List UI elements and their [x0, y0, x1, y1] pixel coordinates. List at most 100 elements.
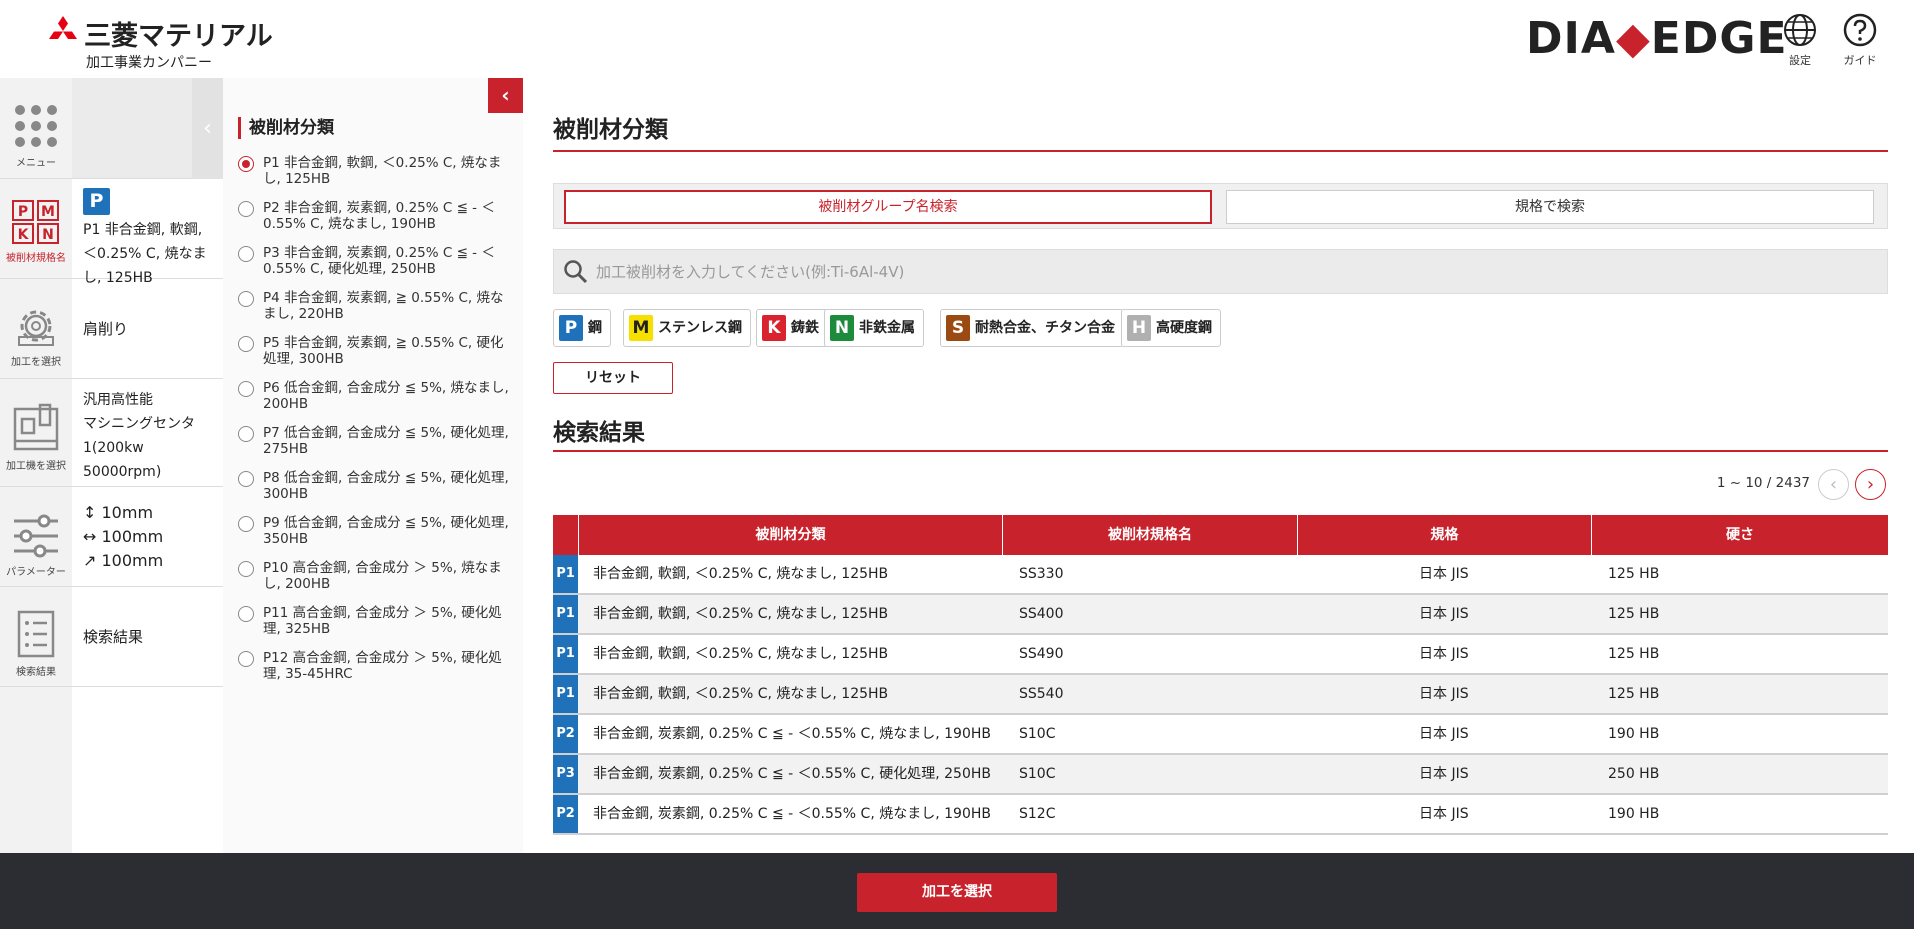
- classification-option-label: P3 非合金鋼, 炭素鋼, 0.25% C ≦ - ＜ 0.55% C, 硬化処…: [263, 245, 495, 277]
- header-standard[interactable]: 規格: [1298, 515, 1592, 555]
- material-pmkn-icon: PM KN: [12, 200, 59, 244]
- row-material-name: SS540: [1019, 686, 1064, 702]
- material-group-chip[interactable]: M ステンレス鋼: [623, 309, 751, 347]
- rail-material-label: 被削材規格名: [6, 253, 66, 264]
- classification-option[interactable]: P12 高合金鋼, 合金成分 ＞ 5%, 硬化処理, 35-45HRC: [238, 650, 510, 682]
- next-page-button[interactable]: ›: [1855, 469, 1886, 500]
- classification-option-label: P11 高合金鋼, 合金成分 ＞ 5%, 硬化処理, 325HB: [263, 605, 502, 637]
- title-divider: [553, 150, 1888, 152]
- row-hardness: 125 HB: [1608, 646, 1660, 662]
- page-title: 被削材分類: [553, 117, 668, 143]
- classification-option-label: P5 非合金鋼, 炭素鋼, ≧ 0.55% C, 硬化処理, 300HB: [263, 335, 504, 367]
- material-group-chip[interactable]: H 高硬度鋼: [1121, 309, 1221, 347]
- rail-results[interactable]: 検索結果: [0, 587, 72, 687]
- radio-button[interactable]: [238, 651, 254, 667]
- material-group-chip[interactable]: N 非鉄金属: [824, 309, 924, 347]
- radio-button[interactable]: [238, 561, 254, 577]
- classification-option[interactable]: P5 非合金鋼, 炭素鋼, ≧ 0.55% C, 硬化処理, 300HB: [238, 335, 510, 367]
- radio-button[interactable]: [238, 606, 254, 622]
- summary-results[interactable]: 検索結果: [72, 587, 223, 687]
- sliders-icon: [14, 514, 58, 558]
- summary-menu-area: ‹: [72, 78, 223, 179]
- classification-option-label: P7 低合金鋼, 合金成分 ≦ 5%, 硬化処理, 275HB: [263, 425, 509, 457]
- radio-button[interactable]: [238, 381, 254, 397]
- icon-rail: メニュー PM KN 被削材規格名 加工を選択 加工機を選択 パラメーター 検索…: [0, 78, 72, 853]
- row-code-badge: P1: [553, 675, 578, 713]
- material-group-badge: N: [830, 315, 854, 341]
- radio-button[interactable]: [238, 336, 254, 352]
- results-divider: [553, 450, 1888, 452]
- classification-option-label: P9 低合金鋼, 合金成分 ≦ 5%, 硬化処理, 350HB: [263, 515, 509, 547]
- tab-standard-search[interactable]: 規格で検索: [1226, 190, 1874, 224]
- table-row[interactable]: P1 非合金鋼, 軟鋼, ＜0.25% C, 焼なまし, 125HB SS490 日本…: [553, 635, 1888, 675]
- header-hardness[interactable]: 硬さ: [1592, 515, 1888, 555]
- summary-param-width: ↔ 100mm: [83, 527, 164, 546]
- classification-option-label: P8 低合金鋼, 合金成分 ≦ 5%, 硬化処理, 300HB: [263, 470, 509, 502]
- classification-option[interactable]: P6 低合金鋼, 合金成分 ≦ 5%, 焼なまし, 200HB: [238, 380, 510, 412]
- radio-button[interactable]: [238, 516, 254, 532]
- rail-machine[interactable]: 加工機を選択: [0, 379, 72, 487]
- globe-icon: [1784, 14, 1816, 46]
- material-search-input[interactable]: [596, 250, 1866, 293]
- row-code-badge: P1: [553, 595, 578, 633]
- summary-params[interactable]: ↕ 10mm ↔ 100mm ↗ 100mm: [72, 487, 223, 587]
- classification-option[interactable]: P10 高合金鋼, 合金成分 ＞ 5%, 焼なまし, 200HB: [238, 560, 510, 592]
- material-group-chip[interactable]: K 鋳鉄: [756, 309, 828, 347]
- classification-option-label: P10 高合金鋼, 合金成分 ＞ 5%, 焼なまし, 200HB: [263, 560, 502, 592]
- material-group-badge: S: [946, 315, 970, 341]
- row-standard: 日本 JIS: [1419, 806, 1469, 822]
- rail-params[interactable]: パラメーター: [0, 487, 72, 587]
- rail-process[interactable]: 加工を選択: [0, 279, 72, 379]
- row-hardness: 125 HB: [1608, 566, 1660, 582]
- close-panel-button[interactable]: ‹: [488, 78, 523, 113]
- row-classification: 非合金鋼, 軟鋼, ＜0.25% C, 焼なまし, 125HB: [593, 566, 889, 582]
- chevron-right-icon: ›: [1866, 474, 1875, 495]
- mitsubishi-logo-icon: [49, 16, 77, 39]
- radio-button[interactable]: [238, 471, 254, 487]
- classification-option[interactable]: P9 低合金鋼, 合金成分 ≦ 5%, 硬化処理, 350HB: [238, 515, 510, 547]
- settings-button[interactable]: 設定: [1772, 12, 1828, 68]
- classification-option[interactable]: P7 低合金鋼, 合金成分 ≦ 5%, 硬化処理, 275HB: [238, 425, 510, 457]
- classification-option[interactable]: P4 非合金鋼, 炭素鋼, ≧ 0.55% C, 焼なまし, 220HB: [238, 290, 510, 322]
- header-material-name[interactable]: 被削材規格名: [1003, 515, 1298, 555]
- summary-machine[interactable]: 汎用高性能 マシニングセンタ 1(200kw 50000rpm): [72, 379, 223, 487]
- reset-button[interactable]: リセット: [553, 362, 673, 394]
- app-header: 三菱マテリアル 加工事業カンパニー DIA◆EDGE 設定 ガイド: [0, 0, 1914, 78]
- radio-button[interactable]: [238, 156, 254, 172]
- classification-option[interactable]: P8 低合金鋼, 合金成分 ≦ 5%, 硬化処理, 300HB: [238, 470, 510, 502]
- classification-option[interactable]: P11 高合金鋼, 合金成分 ＞ 5%, 硬化処理, 325HB: [238, 605, 510, 637]
- summary-machine-line: 50000rpm): [83, 464, 162, 480]
- radio-button[interactable]: [238, 246, 254, 262]
- tab-group-search[interactable]: 被削材グループ名検索: [564, 190, 1212, 224]
- collapse-sidebar-button[interactable]: ‹: [192, 78, 223, 179]
- prev-page-button[interactable]: ‹: [1818, 469, 1849, 500]
- results-list-icon: [17, 610, 55, 658]
- classification-option[interactable]: P2 非合金鋼, 炭素鋼, 0.25% C ≦ - ＜ 0.55% C, 焼なま…: [238, 200, 510, 232]
- radio-button[interactable]: [238, 426, 254, 442]
- panel-title: 被削材分類: [238, 117, 334, 139]
- table-row[interactable]: P2 非合金鋼, 炭素鋼, 0.25% C ≦ - ＜0.55% C, 焼なまし,…: [553, 795, 1888, 835]
- summary-process[interactable]: 肩削り: [72, 279, 223, 379]
- row-material-name: S12C: [1019, 806, 1056, 822]
- rail-menu[interactable]: メニュー: [0, 78, 72, 179]
- row-hardness: 125 HB: [1608, 686, 1660, 702]
- material-group-chip[interactable]: S 耐熱合金、チタン合金: [940, 309, 1124, 347]
- radio-button[interactable]: [238, 291, 254, 307]
- rail-material[interactable]: PM KN 被削材規格名: [0, 179, 72, 279]
- guide-button[interactable]: ガイド: [1832, 12, 1888, 68]
- table-row[interactable]: P1 非合金鋼, 軟鋼, ＜0.25% C, 焼なまし, 125HB SS400 日本…: [553, 595, 1888, 635]
- table-row[interactable]: P3 非合金鋼, 炭素鋼, 0.25% C ≦ - ＜0.55% C, 硬化処理,…: [553, 755, 1888, 795]
- rail-process-label: 加工を選択: [11, 357, 61, 368]
- table-row[interactable]: P2 非合金鋼, 炭素鋼, 0.25% C ≦ - ＜0.55% C, 焼なまし,…: [553, 715, 1888, 755]
- row-standard: 日本 JIS: [1419, 646, 1469, 662]
- classification-option[interactable]: P1 非合金鋼, 軟鋼, ＜0.25% C, 焼なまし, 125HB: [238, 155, 510, 187]
- table-row[interactable]: P1 非合金鋼, 軟鋼, ＜0.25% C, 焼なまし, 125HB SS330 日本…: [553, 555, 1888, 595]
- select-process-button[interactable]: 加工を選択: [857, 873, 1057, 912]
- radio-button[interactable]: [238, 201, 254, 217]
- classification-option[interactable]: P3 非合金鋼, 炭素鋼, 0.25% C ≦ - ＜ 0.55% C, 硬化処…: [238, 245, 510, 277]
- row-code-badge: P2: [553, 795, 578, 833]
- table-row[interactable]: P1 非合金鋼, 軟鋼, ＜0.25% C, 焼なまし, 125HB SS540 日本…: [553, 675, 1888, 715]
- summary-material[interactable]: P P1 非合金鋼, 軟鋼, ＜0.25% C, 焼なまし, 125HB: [72, 179, 223, 286]
- material-group-chip[interactable]: P鋼: [553, 309, 611, 347]
- header-classification[interactable]: 被削材分類: [579, 515, 1003, 555]
